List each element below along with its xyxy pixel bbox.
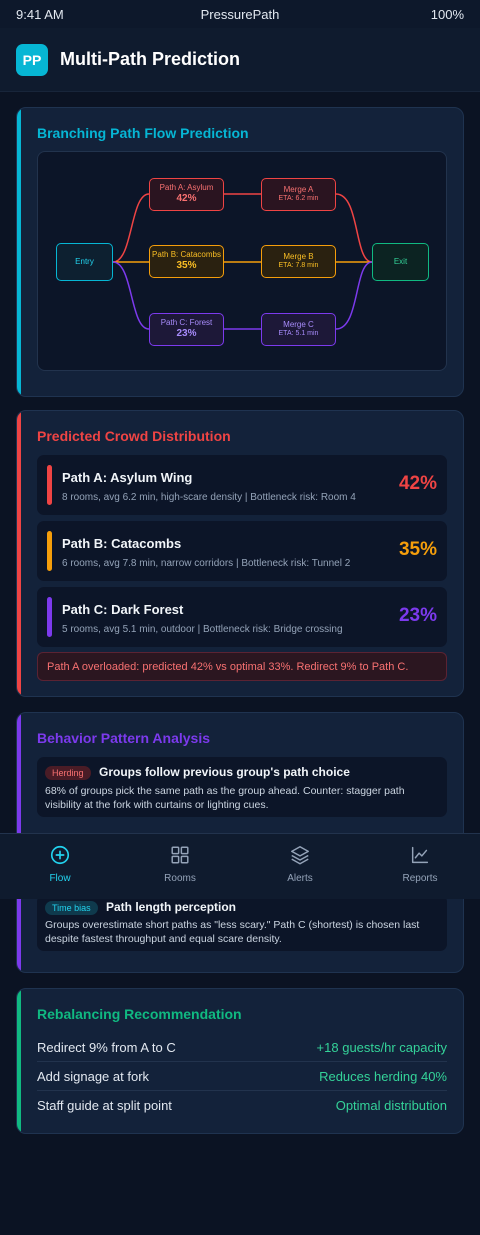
herding-badge: Herding xyxy=(45,766,91,780)
rebalancing-card: Rebalancing Recommendation Redirect 9% f… xyxy=(16,988,464,1134)
entry-node: Entry xyxy=(56,243,113,281)
recommendation-impact: +18 guests/hr capacity xyxy=(316,1039,447,1055)
status-battery: 100% xyxy=(430,6,464,22)
recommendation-row[interactable]: Staff guide at split point Optimal distr… xyxy=(37,1091,447,1120)
app-header: PP Multi-Path Prediction xyxy=(0,28,480,92)
nav-item-reports[interactable]: Reports xyxy=(360,834,480,899)
path-name: Path C: Dark Forest xyxy=(62,602,184,617)
path-description: 5 rooms, avg 5.1 min, outdoor | Bottlene… xyxy=(62,624,343,635)
path-color-bar xyxy=(47,597,52,637)
recommendation-impact: Reduces herding 40% xyxy=(319,1068,447,1084)
nav-item-flow[interactable]: Flow xyxy=(0,834,120,899)
path-name: Path A: Asylum Wing xyxy=(62,470,193,485)
recommendation-row[interactable]: Redirect 9% from A to C +18 guests/hr ca… xyxy=(37,1033,447,1062)
merge-b-node: Merge B ETA: 7.8 min xyxy=(261,245,336,278)
nav-label: Alerts xyxy=(287,873,313,884)
status-bar: 9:41 AM PressurePath 100% xyxy=(0,0,480,28)
path-color-bar xyxy=(47,465,52,505)
path-row-a[interactable]: Path A: Asylum Wing 8 rooms, avg 6.2 min… xyxy=(37,455,447,515)
behavior-item-herding: Herding Groups follow previous group's p… xyxy=(37,757,447,817)
path-description: 6 rooms, avg 7.8 min, narrow corridors |… xyxy=(62,558,351,569)
recommendation-row[interactable]: Add signage at fork Reduces herding 40% xyxy=(37,1062,447,1091)
flow-diagram: Entry Path A: Asylum 42% Path B: Catacom… xyxy=(37,151,447,371)
crowd-distribution-card: Predicted Crowd Distribution Path A: Asy… xyxy=(16,410,464,697)
merge-c-node: Merge C ETA: 5.1 min xyxy=(261,313,336,346)
grid-icon xyxy=(171,846,189,864)
path-row-c[interactable]: Path C: Dark Forest 5 rooms, avg 5.1 min… xyxy=(37,587,447,647)
path-row-b[interactable]: Path B: Catacombs 6 rooms, avg 7.8 min, … xyxy=(37,521,447,581)
rebalancing-card-title: Rebalancing Recommendation xyxy=(37,1006,242,1022)
status-app-name: PressurePath xyxy=(200,6,280,22)
exit-node: Exit xyxy=(372,243,429,281)
nav-item-rooms[interactable]: Rooms xyxy=(120,834,240,899)
recommendation-action: Staff guide at split point xyxy=(37,1098,172,1113)
behavior-item-description: Groups overestimate short paths as "less… xyxy=(45,919,420,945)
path-a-node[interactable]: Path A: Asylum 42% xyxy=(149,178,224,211)
behavior-card-title: Behavior Pattern Analysis xyxy=(37,730,210,746)
path-name: Path B: Catacombs xyxy=(62,536,182,551)
path-color-bar xyxy=(47,531,52,571)
behavior-item-description: 68% of groups pick the same path as the … xyxy=(45,785,405,811)
layers-icon xyxy=(291,846,309,865)
bottom-nav: Flow Rooms Alerts Reports xyxy=(0,833,480,899)
recommendation-impact: Optimal distribution xyxy=(335,1098,447,1113)
path-b-node[interactable]: Path B: Catacombs 35% xyxy=(149,245,224,278)
nav-label: Flow xyxy=(49,873,71,884)
flow-card-title: Branching Path Flow Prediction xyxy=(37,125,249,141)
trend-chart-icon xyxy=(411,846,429,864)
path-percentage: 42% xyxy=(398,473,437,494)
flow-prediction-card: Branching Path Flow Prediction Entry Pat… xyxy=(16,107,464,397)
nav-item-alerts[interactable]: Alerts xyxy=(240,834,360,899)
plus-circle-icon xyxy=(50,845,70,865)
path-c-node[interactable]: Path C: Forest 23% xyxy=(149,313,224,346)
page-title: Multi-Path Prediction xyxy=(60,49,240,69)
recommendation-action: Redirect 9% from A to C xyxy=(37,1039,176,1055)
merge-a-node: Merge A ETA: 6.2 min xyxy=(261,178,336,211)
distribution-card-title: Predicted Crowd Distribution xyxy=(37,428,231,444)
path-percentage: 23% xyxy=(398,605,437,626)
nav-label: Rooms xyxy=(164,873,196,884)
recommendation-action: Add signage at fork xyxy=(37,1068,150,1084)
overload-alert: Path A overloaded: predicted 42% vs opti… xyxy=(37,652,447,681)
path-percentage: 35% xyxy=(398,539,437,560)
behavior-item-title: Groups follow previous group's path choi… xyxy=(99,765,350,779)
path-description: 8 rooms, avg 6.2 min, high-scare density… xyxy=(62,492,356,503)
nav-label: Reports xyxy=(402,873,438,884)
status-time: 9:41 AM xyxy=(16,6,64,22)
app-logo: PP xyxy=(16,43,48,76)
time-bias-badge: Time bias xyxy=(45,901,98,915)
behavior-item-title: Path length perception xyxy=(106,900,237,914)
behavior-item-time-bias: Time bias Path length perception Groups … xyxy=(37,895,447,951)
